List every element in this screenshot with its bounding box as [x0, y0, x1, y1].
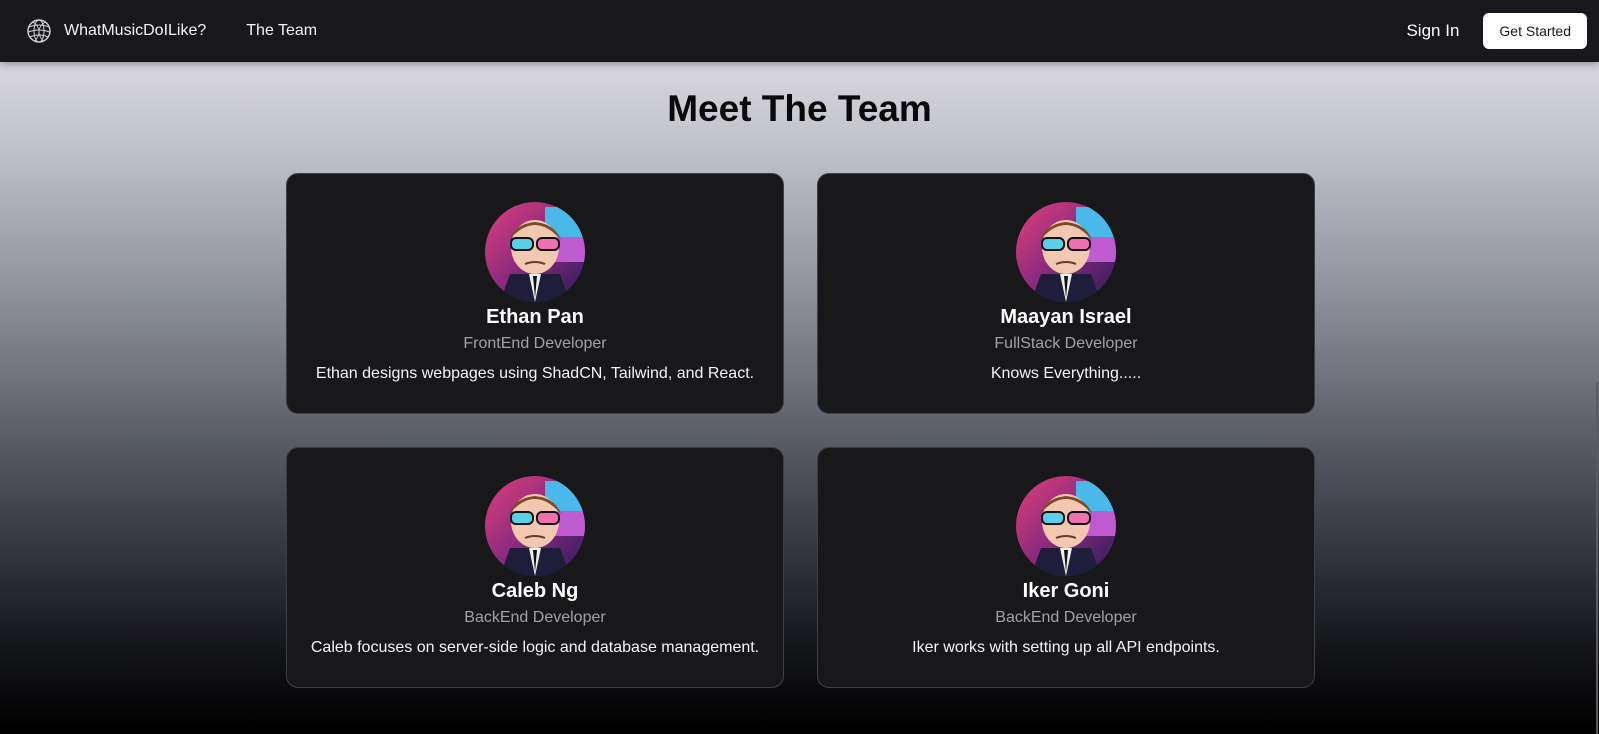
avatar-image [1016, 202, 1116, 302]
member-name: Maayan Israel [1000, 306, 1132, 328]
top-navbar: WhatMusicDoILike? The Team Sign In Get S… [0, 0, 1599, 62]
brand-link[interactable]: WhatMusicDoILike? [26, 18, 206, 44]
globe-icon [27, 19, 51, 43]
member-name: Caleb Ng [491, 580, 579, 602]
avatar-image [485, 202, 585, 302]
get-started-button[interactable]: Get Started [1483, 13, 1587, 49]
page-title: Meet The Team [667, 88, 932, 129]
avatar-image [1016, 476, 1116, 576]
member-description: Caleb focuses on server-side logic and d… [310, 639, 760, 656]
team-grid: Ethan Pan FrontEnd Developer Ethan desig… [286, 173, 1315, 688]
team-member-card: Caleb Ng BackEnd Developer Caleb focuses… [286, 447, 784, 688]
scrollbar-thumb[interactable] [1596, 382, 1598, 734]
member-role: FrontEnd Developer [463, 335, 607, 352]
sign-in-link[interactable]: Sign In [1406, 21, 1459, 41]
team-member-card: Maayan Israel FullStack Developer Knows … [817, 173, 1315, 414]
member-description: Iker works with setting up all API endpo… [912, 639, 1220, 656]
member-name: Ethan Pan [486, 306, 584, 328]
member-description: Ethan designs webpages using ShadCN, Tai… [315, 365, 755, 382]
member-description: Knows Everything..... [990, 365, 1142, 382]
team-member-card: Iker Goni BackEnd Developer Iker works w… [817, 447, 1315, 688]
team-member-card: Ethan Pan FrontEnd Developer Ethan desig… [286, 173, 784, 414]
member-role: BackEnd Developer [995, 609, 1137, 626]
member-role: FullStack Developer [994, 335, 1138, 352]
brand-name: WhatMusicDoILike? [64, 22, 207, 39]
member-role: BackEnd Developer [464, 609, 606, 626]
nav-link-the-team[interactable]: The Team [246, 22, 317, 40]
avatar-image [485, 476, 585, 576]
member-name: Iker Goni [1022, 580, 1110, 602]
